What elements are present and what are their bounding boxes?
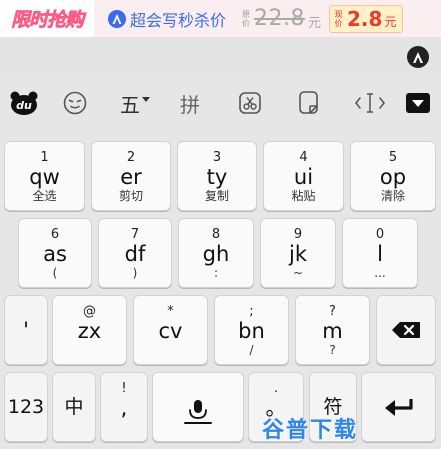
key-letters: bn bbox=[238, 318, 265, 343]
key-bn[interactable]: ; bn / bbox=[214, 295, 289, 365]
current-price-label: 现价 bbox=[334, 9, 343, 28]
key-letters: as bbox=[43, 241, 67, 266]
key-symbol: ... bbox=[374, 265, 386, 280]
key-ui[interactable]: 4 ui 粘贴 bbox=[263, 141, 344, 211]
candidate-strip bbox=[0, 37, 441, 77]
flash-sale-text: 限时抢购 bbox=[10, 9, 85, 32]
key-letters: cv bbox=[158, 318, 183, 343]
wubi-mode-label: 五 bbox=[120, 92, 140, 117]
original-price-unit: 元 bbox=[308, 16, 322, 31]
key-ty[interactable]: 3 ty 复制 bbox=[177, 141, 257, 211]
backspace-button[interactable] bbox=[376, 295, 436, 365]
key-letters: df bbox=[124, 241, 146, 266]
original-price-label: 原价 bbox=[242, 9, 251, 28]
key-number: 7 bbox=[130, 226, 140, 242]
key-symbol-top: ? bbox=[329, 303, 336, 319]
key-symbol: ) bbox=[132, 265, 138, 280]
key-er[interactable]: 2 er 剪切 bbox=[91, 141, 171, 211]
key-zx[interactable]: @ zx . bbox=[52, 295, 127, 365]
key-apostrophe[interactable]: ' bbox=[4, 295, 48, 365]
key-label: , bbox=[120, 395, 128, 420]
key-symbol: ~ bbox=[292, 265, 304, 280]
key-letters: op bbox=[379, 164, 407, 189]
key-m[interactable]: ? m ? bbox=[295, 295, 370, 365]
collapse-keyboard-icon[interactable] bbox=[400, 82, 436, 124]
key-123[interactable]: 123 bbox=[4, 372, 48, 442]
pinyin-icon[interactable]: 拼 bbox=[172, 82, 208, 124]
key-number: 9 bbox=[293, 226, 303, 242]
key-symbol-top: . bbox=[273, 380, 279, 396]
key-cv[interactable]: * cv . bbox=[133, 295, 208, 365]
key-symbol-top: ; bbox=[249, 303, 254, 319]
key-df[interactable]: 7 df ) bbox=[98, 218, 172, 288]
key-label: 中 bbox=[64, 396, 84, 418]
key-letters: zx bbox=[77, 318, 102, 343]
key-qw[interactable]: 1 qw 全选 bbox=[4, 141, 85, 211]
key-letters: ui bbox=[293, 164, 314, 189]
key-l[interactable]: 0 l ... bbox=[342, 218, 418, 288]
key-symbol: / bbox=[249, 342, 254, 357]
key-letters: ty bbox=[206, 164, 228, 189]
key-letters: er bbox=[120, 164, 142, 189]
enter-icon bbox=[384, 399, 413, 416]
enter-button[interactable] bbox=[361, 372, 436, 442]
key-number: 4 bbox=[299, 149, 308, 165]
backspace-icon bbox=[392, 322, 420, 338]
key-as[interactable]: 6 as ( bbox=[18, 218, 92, 288]
key-symbol: ? bbox=[329, 342, 336, 357]
chevron-down-icon bbox=[142, 97, 150, 102]
ad-banner[interactable]: 限时抢购 超会写秒杀价 原价 22.8 元 现价 2.8 元 bbox=[0, 0, 441, 37]
key-comma[interactable]: ! , . bbox=[100, 372, 148, 442]
key-shortcut: 复制 bbox=[204, 188, 229, 203]
original-price: 22.8 bbox=[254, 6, 305, 31]
wubi-mode-button[interactable]: 五 bbox=[113, 82, 157, 124]
key-letters: jk bbox=[289, 241, 307, 266]
key-letters: m bbox=[322, 318, 343, 343]
current-price: 2.8 bbox=[347, 6, 383, 31]
key-chinese-english[interactable]: 中 bbox=[52, 372, 96, 442]
key-number: 1 bbox=[40, 149, 49, 165]
key-number: 8 bbox=[211, 226, 221, 242]
key-number: 3 bbox=[212, 149, 222, 165]
brand-a-icon bbox=[108, 9, 126, 28]
key-label: 123 bbox=[7, 396, 45, 418]
key-shortcut: 剪切 bbox=[118, 188, 143, 203]
scissors-icon[interactable] bbox=[232, 82, 268, 124]
key-symbol: ( bbox=[52, 265, 58, 280]
svg-text:du: du bbox=[16, 99, 32, 112]
key-number: 5 bbox=[388, 149, 398, 165]
key-symbol-top: * bbox=[167, 303, 174, 319]
key-shortcut: 全选 bbox=[32, 188, 57, 203]
key-letters: gh bbox=[202, 241, 230, 266]
space-voice-button[interactable] bbox=[152, 372, 244, 442]
key-gh[interactable]: 8 gh : bbox=[178, 218, 254, 288]
banner-offer[interactable]: 超会写秒杀价 原价 22.8 元 现价 2.8 元 bbox=[94, 0, 441, 37]
key-number: 0 bbox=[375, 226, 385, 242]
key-letters: l bbox=[377, 241, 383, 266]
current-price-badge: 现价 2.8 元 bbox=[329, 4, 404, 33]
pinyin-label: 拼 bbox=[180, 92, 200, 117]
key-letters: ' bbox=[23, 318, 29, 342]
key-jk[interactable]: 9 jk ~ bbox=[260, 218, 336, 288]
key-symbol: : bbox=[213, 265, 219, 280]
cursor-icon[interactable] bbox=[350, 82, 390, 124]
key-symbol-top: ! bbox=[121, 380, 127, 396]
clipboard-icon[interactable] bbox=[291, 82, 327, 124]
flash-sale-logo: 限时抢购 bbox=[0, 0, 94, 37]
key-number: 2 bbox=[126, 149, 136, 165]
keyboard-logo-icon[interactable] bbox=[407, 46, 429, 68]
key-shortcut: 粘贴 bbox=[291, 188, 316, 203]
key-number: 6 bbox=[50, 226, 60, 242]
key-shortcut: 清除 bbox=[380, 188, 405, 203]
emoji-icon[interactable] bbox=[58, 82, 92, 124]
key-op[interactable]: 5 op 清除 bbox=[350, 141, 436, 211]
banner-title: 超会写秒杀价 bbox=[130, 10, 227, 30]
microphone-icon bbox=[184, 400, 212, 424]
watermark: 谷普下载 bbox=[262, 418, 359, 443]
key-letters: qw bbox=[29, 164, 60, 189]
current-price-unit: 元 bbox=[384, 14, 397, 29]
du-logo-icon[interactable]: du bbox=[6, 82, 42, 124]
key-symbol-top: @ bbox=[83, 303, 96, 319]
